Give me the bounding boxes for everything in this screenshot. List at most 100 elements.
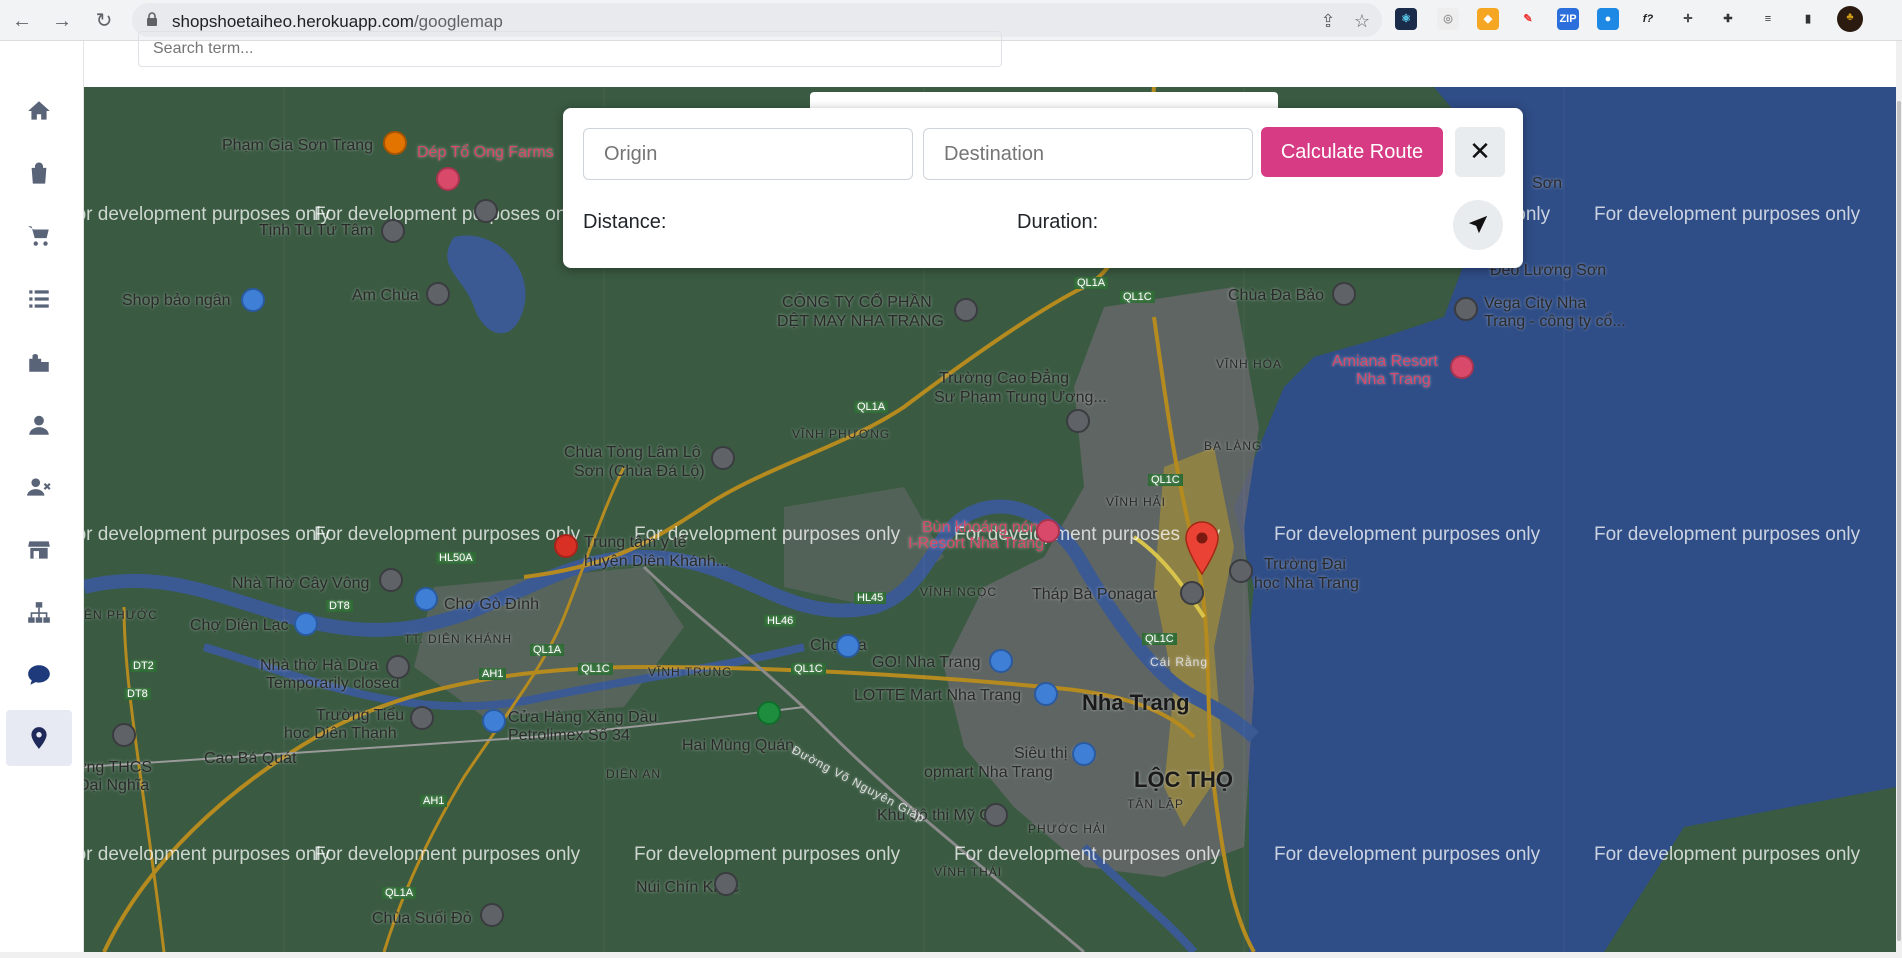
company-pin-icon[interactable]: [1454, 297, 1478, 321]
search-box[interactable]: [138, 31, 1002, 67]
place-label: Nhà Thờ Cây Vông: [232, 575, 370, 592]
scrollbar-thumb[interactable]: [1897, 101, 1901, 941]
temple-icon[interactable]: [381, 219, 405, 243]
temple-icon[interactable]: [426, 282, 450, 306]
church-icon[interactable]: [379, 568, 403, 592]
close-button[interactable]: ✕: [1455, 127, 1505, 177]
sidebar-item-products[interactable]: [6, 334, 72, 390]
shopping-icon[interactable]: [1072, 742, 1096, 766]
extension-orange-icon[interactable]: ◆: [1477, 8, 1499, 30]
place-label: học Nha Trang: [1254, 575, 1359, 592]
sidebar-item-home[interactable]: [6, 83, 72, 139]
sidebar-item-map[interactable]: [6, 710, 72, 766]
place-label: Nha Trang: [1356, 371, 1431, 388]
dev-watermark: For development purposes only: [1274, 844, 1541, 865]
place-label: Amiana Resort: [1332, 353, 1438, 370]
hospital-icon[interactable]: [554, 534, 578, 558]
sidebar-item-chat[interactable]: [6, 647, 72, 703]
water-drop-icon[interactable]: ●: [1597, 8, 1619, 30]
cart-plus-icon: [28, 226, 49, 246]
building-icon[interactable]: [984, 803, 1008, 827]
reload-icon[interactable]: ↻: [90, 7, 118, 35]
side-panel-icon[interactable]: ▮: [1797, 8, 1819, 30]
user-times-icon: [27, 478, 51, 496]
place-label: VĨNH PHƯƠNG: [792, 427, 891, 441]
color-picker-icon[interactable]: ✎: [1517, 8, 1539, 30]
place-label: Trường Đại: [1264, 556, 1346, 573]
place-label: Chùa Tòng Lâm Lộ: [564, 444, 701, 461]
locate-button[interactable]: [1453, 200, 1503, 250]
sidebar-item-list[interactable]: [6, 271, 72, 327]
place-label: Trường Tiểu: [316, 707, 405, 724]
restaurant-icon[interactable]: [383, 131, 407, 155]
reading-list-icon[interactable]: ≡: [1757, 8, 1779, 30]
shop-icon[interactable]: [241, 288, 265, 312]
market-icon[interactable]: [414, 587, 438, 611]
zip-icon[interactable]: ZIP: [1557, 8, 1579, 30]
resort-icon[interactable]: [1450, 355, 1474, 379]
duration-label: Duration:: [1017, 211, 1099, 233]
move-icon[interactable]: ✛: [1677, 8, 1699, 30]
market-icon[interactable]: [836, 634, 860, 658]
bookmark-star-icon[interactable]: ☆: [1352, 11, 1372, 31]
market-icon[interactable]: [294, 612, 318, 636]
place-label: học Diên Thạnh: [284, 725, 397, 742]
store-pin-icon[interactable]: [436, 167, 460, 191]
sidebar-item-sitemap[interactable]: [6, 585, 72, 641]
place-label: Petrolimex Số 34: [508, 727, 630, 744]
lock-icon: [147, 12, 157, 26]
landmark-icon[interactable]: [1180, 581, 1204, 605]
park-icon[interactable]: [714, 872, 738, 896]
formula-icon[interactable]: f?: [1637, 8, 1659, 30]
school-icon[interactable]: [1229, 559, 1253, 583]
temple-icon[interactable]: [474, 199, 498, 223]
place-label: Chợ Diên Lạc: [190, 617, 289, 634]
road-label: AH1: [420, 795, 448, 807]
destination-input[interactable]: [923, 128, 1253, 180]
temple-icon[interactable]: [711, 446, 735, 470]
place-label: LOTTE Mart Nha Trang: [854, 687, 1022, 704]
school-icon[interactable]: [112, 723, 136, 747]
react-devtools-icon[interactable]: ⚛: [1395, 8, 1417, 30]
temple-icon[interactable]: [480, 903, 504, 927]
place-label: LỘC THỌ: [1134, 767, 1233, 792]
location-marker-icon[interactable]: [1184, 520, 1220, 576]
place-label: Trung tâm y tế: [584, 534, 687, 551]
vertical-scrollbar[interactable]: [1896, 41, 1902, 952]
school-icon[interactable]: [1066, 409, 1090, 433]
calculate-route-button[interactable]: Calculate Route: [1261, 127, 1443, 177]
sidebar-item-store[interactable]: [6, 522, 72, 578]
gas-station-icon[interactable]: [482, 709, 506, 733]
map-marker-icon: [31, 727, 47, 749]
sidebar-item-cart[interactable]: [6, 208, 72, 264]
dev-watermark: For development purposes only: [954, 844, 1221, 865]
company-pin-icon[interactable]: [954, 298, 978, 322]
extension-icon[interactable]: ◎: [1437, 8, 1459, 30]
sidebar-item-user-remove[interactable]: [6, 459, 72, 515]
horizontal-scrollbar[interactable]: [0, 952, 1902, 958]
restaurant-icon[interactable]: [757, 701, 781, 725]
school-icon[interactable]: [410, 706, 434, 730]
forward-arrow-icon[interactable]: →: [48, 7, 76, 35]
church-icon[interactable]: [386, 655, 410, 679]
road-label: QL1A: [530, 644, 565, 656]
sidebar-item-user[interactable]: [6, 397, 72, 453]
search-input[interactable]: [139, 32, 1001, 66]
road-label: QL1C: [1142, 633, 1177, 645]
place-label: VĨNH TRUNG: [648, 665, 733, 679]
shopping-icon[interactable]: [1034, 682, 1058, 706]
navigation-arrow-icon: [1468, 215, 1488, 234]
place-label: Nhà thờ Hà Dừa: [260, 657, 379, 674]
profile-avatar[interactable]: ♣: [1837, 6, 1863, 32]
shopping-icon[interactable]: [989, 649, 1013, 673]
place-label: I-Resort Nha Trang: [908, 535, 1045, 552]
share-icon[interactable]: ⇪: [1318, 11, 1338, 31]
puzzle-icon[interactable]: ✚: [1717, 8, 1739, 30]
back-arrow-icon[interactable]: ←: [8, 7, 36, 35]
spa-icon[interactable]: [1036, 519, 1060, 543]
origin-input[interactable]: [583, 128, 913, 180]
sidebar-item-shop[interactable]: [6, 145, 72, 201]
city-label: Nha Trang: [1082, 690, 1190, 715]
temple-icon[interactable]: [1332, 282, 1356, 306]
road-label: DT8: [326, 600, 353, 612]
